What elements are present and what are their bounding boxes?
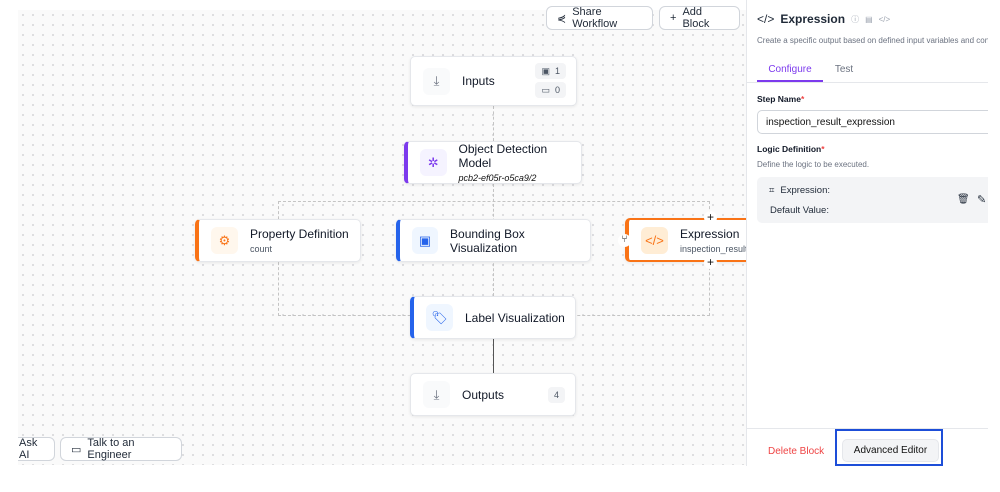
node-inputs[interactable]: ⤓ Inputs ▣ 1 ▭ 0 xyxy=(410,56,577,106)
image-input-badge: ▣ 1 xyxy=(535,63,566,79)
tag-icon: 🏷 xyxy=(426,304,453,331)
output-arrow-icon: ⤓ xyxy=(423,381,450,408)
step-name-label: Step Name* xyxy=(757,94,805,104)
model-network-icon: ✲ xyxy=(420,149,447,176)
add-above-button[interactable]: + xyxy=(704,211,717,224)
code-icon: </> xyxy=(641,226,668,254)
outputs-count-badge: 4 xyxy=(547,387,565,403)
node-object-detection-model[interactable]: ✲ Object Detection Model pcb2-ef05r-o5ca9… xyxy=(404,141,582,184)
help-icon[interactable]: ⓘ xyxy=(851,14,859,25)
plus-icon: + xyxy=(670,12,677,24)
code-view-icon[interactable]: </> xyxy=(879,15,891,24)
share-workflow-button[interactable]: ⋞ Share Workflow xyxy=(546,6,653,30)
parameter-icon: ▭ xyxy=(541,84,550,95)
talk-to-engineer-button[interactable]: ▭ Talk to an Engineer xyxy=(60,437,182,461)
bounding-box-icon: ▣ xyxy=(412,227,439,254)
download-icon: ⤓ xyxy=(423,67,450,95)
connector xyxy=(493,106,494,141)
panel-title: Expression xyxy=(780,12,846,26)
block-config-panel: </> Expression ⓘ ▤ </> Create a specific… xyxy=(746,0,1000,466)
expression-icon: ⌗ xyxy=(769,185,775,196)
tab-configure[interactable]: Configure xyxy=(757,64,823,82)
tab-test[interactable]: Test xyxy=(831,64,857,82)
advanced-editor-button[interactable]: Advanced Editor xyxy=(842,439,939,462)
docs-icon[interactable]: ▤ xyxy=(865,15,873,24)
property-gear-icon: ⚙ xyxy=(211,227,238,254)
add-block-button[interactable]: + Add Block xyxy=(659,6,740,30)
node-outputs[interactable]: ⤓ Outputs 4 xyxy=(410,373,576,416)
expression-card[interactable]: ⌗ Expression: Default Value: 🗑 ✎ xyxy=(757,177,1000,223)
add-below-button[interactable]: + xyxy=(704,256,717,269)
node-bounding-box-visualization[interactable]: ▣ Bounding Box Visualization xyxy=(396,219,591,262)
node-label-visualization[interactable]: 🏷 Label Visualization xyxy=(410,296,576,339)
parameter-input-badge: ▭ 0 xyxy=(535,82,566,98)
node-property-definition[interactable]: ⚙ Property Definition count xyxy=(195,219,361,262)
branch-icon[interactable]: ⑂ xyxy=(618,234,631,247)
step-name-input[interactable]: inspection_result_expression xyxy=(757,110,1000,134)
panel-description: Create a specific output based on define… xyxy=(757,36,997,45)
code-icon: </> xyxy=(757,12,775,26)
logic-definition-label: Logic Definition* xyxy=(757,144,825,154)
logic-help-text: Define the logic to be executed. xyxy=(757,160,870,169)
node-expression-selected[interactable]: </> Expressioninspection_result_expressi… xyxy=(625,218,755,262)
connector xyxy=(493,339,494,373)
video-icon: ▭ xyxy=(71,443,82,456)
delete-block-button[interactable]: Delete Block xyxy=(768,446,824,457)
share-icon: ⋞ xyxy=(557,12,567,25)
edit-icon[interactable]: ✎ xyxy=(977,193,986,206)
trash-icon[interactable]: 🗑 xyxy=(957,194,970,205)
image-icon: ▣ xyxy=(541,65,550,76)
